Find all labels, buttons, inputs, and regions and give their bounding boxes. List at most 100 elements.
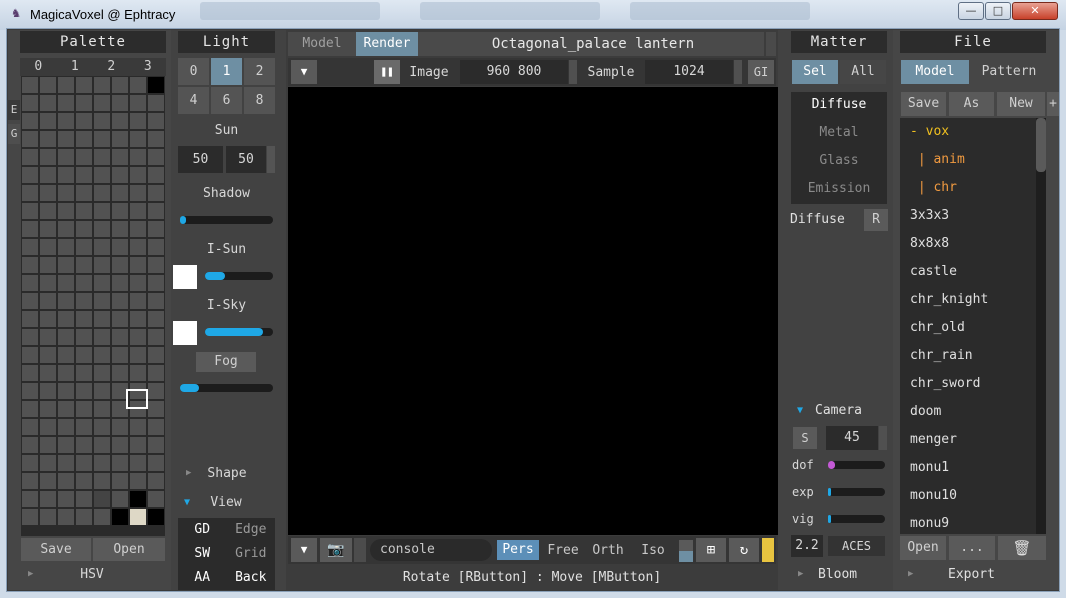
shape-label[interactable]: Shape (202, 466, 252, 481)
palette-swatch[interactable] (94, 275, 110, 291)
palette-swatch[interactable] (112, 77, 128, 93)
close-button[interactable]: ✕ (1012, 2, 1058, 20)
bloom-label[interactable]: Bloom (818, 567, 857, 582)
dof-slider[interactable] (828, 461, 885, 469)
palette-swatch[interactable] (112, 185, 128, 201)
palette-swatch[interactable] (22, 203, 38, 219)
palette-swatch[interactable] (148, 473, 164, 489)
palette-swatch[interactable] (58, 95, 74, 111)
reset-view-icon[interactable]: ↻ (729, 538, 759, 562)
material-metal[interactable]: Metal (791, 123, 887, 143)
bloom-expand-icon[interactable]: ▶ (798, 569, 803, 579)
export-label[interactable]: Export (948, 567, 995, 582)
palette-swatch[interactable] (94, 293, 110, 309)
pause-icon[interactable]: ❚❚ (374, 60, 400, 84)
material-reset-button[interactable]: R (864, 209, 888, 231)
palette-swatch[interactable] (94, 419, 110, 435)
palette-open-button[interactable]: Open (93, 538, 165, 561)
palette-swatch[interactable] (58, 455, 74, 471)
palette-swatch[interactable] (148, 203, 164, 219)
projection-iso[interactable]: Iso (633, 543, 673, 558)
palette-swatch[interactable] (112, 347, 128, 363)
palette-swatch[interactable] (148, 383, 164, 399)
file-list-item[interactable]: | chr (910, 180, 957, 195)
camera-fov-field[interactable]: 45 (826, 426, 878, 450)
viewport-menu-dropdown-icon[interactable]: ▼ (291, 538, 317, 562)
export-expand-icon[interactable]: ▶ (908, 569, 913, 579)
shape-expand-icon[interactable]: ▶ (186, 468, 191, 478)
palette-swatch[interactable] (94, 257, 110, 273)
file-new-button[interactable]: New (997, 92, 1045, 116)
palette-swatch[interactable] (94, 383, 110, 399)
console-input[interactable]: console (370, 539, 492, 561)
hsv-label[interactable]: HSV (62, 567, 122, 582)
palette-swatch[interactable] (94, 221, 110, 237)
palette-swatch[interactable] (22, 311, 38, 327)
palette-swatch[interactable] (130, 239, 146, 255)
palette-save-button[interactable]: Save (21, 538, 91, 561)
palette-swatch[interactable] (112, 329, 128, 345)
palette-swatch[interactable] (76, 365, 92, 381)
palette-swatch[interactable] (94, 131, 110, 147)
matter-tab-sel[interactable]: Sel (792, 60, 838, 84)
palette-swatch[interactable] (76, 185, 92, 201)
palette-swatch[interactable] (112, 365, 128, 381)
view-collapse-icon[interactable]: ▼ (184, 497, 190, 508)
shadow-slider[interactable] (180, 216, 273, 224)
palette-swatch[interactable] (112, 167, 128, 183)
palette-swatch[interactable] (40, 329, 56, 345)
palette-swatch[interactable] (148, 221, 164, 237)
palette-swatch[interactable] (76, 491, 92, 507)
palette-swatch[interactable] (94, 455, 110, 471)
palette-swatch[interactable] (76, 329, 92, 345)
palette-swatch[interactable] (40, 383, 56, 399)
palette-swatch[interactable] (148, 95, 164, 111)
palette-swatch[interactable] (22, 131, 38, 147)
camera-label[interactable]: Camera (815, 403, 862, 418)
palette-swatch[interactable] (22, 473, 38, 489)
palette-swatch[interactable] (22, 365, 38, 381)
palette-swatch[interactable] (130, 365, 146, 381)
palette-swatch[interactable] (148, 347, 164, 363)
file-add-button[interactable]: + (1047, 92, 1059, 116)
palette-swatch[interactable] (76, 203, 92, 219)
palette-swatch[interactable] (22, 329, 38, 345)
palette-swatch[interactable] (40, 347, 56, 363)
camera-snapshot-icon[interactable]: 📷 (320, 538, 352, 562)
palette-swatch[interactable] (130, 437, 146, 453)
minimize-button[interactable]: — (958, 2, 984, 20)
palette-swatch[interactable] (94, 311, 110, 327)
palette-page-3[interactable]: 3 (129, 58, 166, 76)
palette-side-tab-g[interactable]: G (8, 124, 20, 144)
palette-swatch[interactable] (94, 473, 110, 489)
file-list-scrollbar-track[interactable] (1036, 118, 1046, 534)
palette-swatch[interactable] (40, 185, 56, 201)
view-gd-toggle[interactable]: GD (178, 518, 227, 542)
sample-field[interactable]: 1024 (645, 60, 733, 84)
hsv-expand-icon[interactable]: ▶ (28, 569, 33, 579)
palette-swatch[interactable] (58, 437, 74, 453)
palette-swatch[interactable] (130, 311, 146, 327)
exp-slider[interactable] (828, 488, 885, 496)
isky-slider[interactable] (205, 328, 273, 336)
palette-swatch[interactable] (148, 113, 164, 129)
palette-swatch[interactable] (58, 401, 74, 417)
palette-swatch[interactable] (58, 491, 74, 507)
palette-swatch[interactable] (94, 149, 110, 165)
palette-swatch[interactable] (76, 95, 92, 111)
palette-swatch[interactable] (76, 149, 92, 165)
file-open-button[interactable]: Open (900, 536, 946, 560)
palette-swatch[interactable] (22, 185, 38, 201)
palette-swatch[interactable] (76, 275, 92, 291)
palette-swatch[interactable] (130, 473, 146, 489)
palette-swatch[interactable] (148, 437, 164, 453)
light-preset-2[interactable]: 2 (244, 58, 275, 85)
render-menu-dropdown-icon[interactable]: ▼ (291, 60, 317, 84)
file-list-item[interactable]: monu9 (910, 516, 949, 531)
file-save-button[interactable]: Save (901, 92, 946, 116)
palette-swatch[interactable] (76, 167, 92, 183)
layout-grid-icon[interactable]: ⊞ (696, 538, 726, 562)
palette-swatch[interactable] (130, 419, 146, 435)
palette-swatch[interactable] (148, 401, 164, 417)
palette-swatch[interactable] (22, 95, 38, 111)
